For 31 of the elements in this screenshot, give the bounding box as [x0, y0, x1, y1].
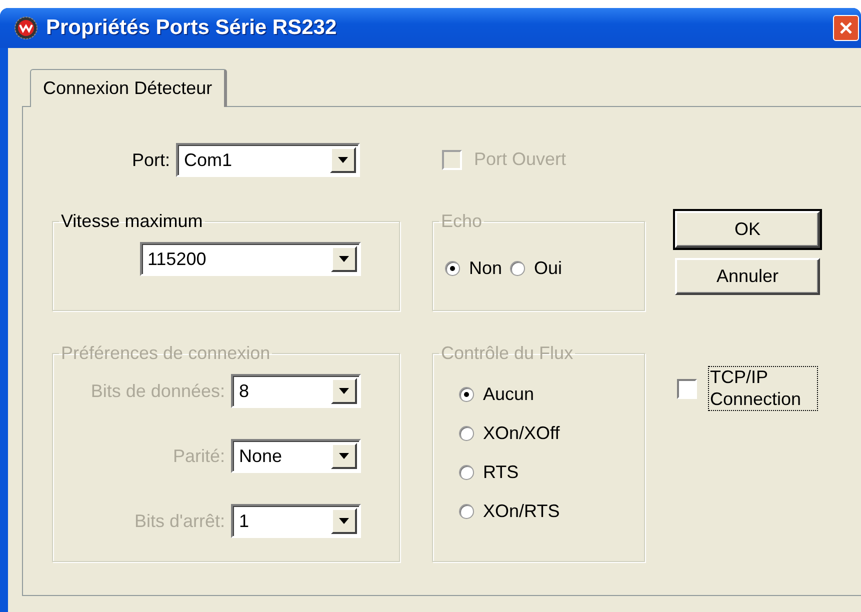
field-label: Bits de données: — [90, 380, 225, 402]
field-label: Parité: — [172, 446, 225, 466]
group-title: Echo — [440, 211, 484, 232]
radio-label: Oui — [534, 258, 562, 279]
radio-label: RTS — [483, 462, 519, 483]
dialog-button[interactable]: Annuler — [675, 258, 820, 295]
radio-label: Non — [469, 258, 502, 279]
dropdown-arrow-icon[interactable] — [338, 157, 348, 163]
tab[interactable]: Connexion Détecteur — [30, 69, 228, 107]
checkbox[interactable] — [677, 378, 697, 399]
speed-combo[interactable]: 115200 — [140, 242, 360, 276]
dialog-button[interactable]: OK — [675, 211, 820, 248]
radio-label: Aucun — [483, 384, 534, 405]
close-icon — [840, 22, 852, 34]
group-title: Vitesse maximum — [60, 211, 204, 232]
group-title: Contrôle du Flux — [440, 343, 574, 364]
checkbox-label: TCP/IP Connection — [709, 367, 817, 410]
dropdown-arrow-icon[interactable] — [339, 453, 349, 459]
window-title: Propriétés Ports Série RS232 — [46, 16, 338, 40]
radio-label: XOn/RTS — [483, 501, 560, 522]
app-icon — [14, 16, 38, 40]
radio-label: XOn/XOff — [483, 423, 560, 444]
port-label: Port: — [132, 150, 170, 170]
field-label: Bits d'arrêt: — [134, 510, 225, 532]
dropdown-arrow-icon[interactable] — [339, 388, 349, 394]
port-combo[interactable]: Com1 — [176, 143, 360, 177]
close-button[interactable] — [833, 15, 859, 41]
checkbox-label: Port Ouvert — [474, 149, 566, 171]
dropdown-arrow-icon[interactable] — [339, 518, 349, 524]
group-title: Préférences de connexion — [60, 343, 272, 364]
dropdown-arrow-icon[interactable] — [338, 256, 348, 262]
